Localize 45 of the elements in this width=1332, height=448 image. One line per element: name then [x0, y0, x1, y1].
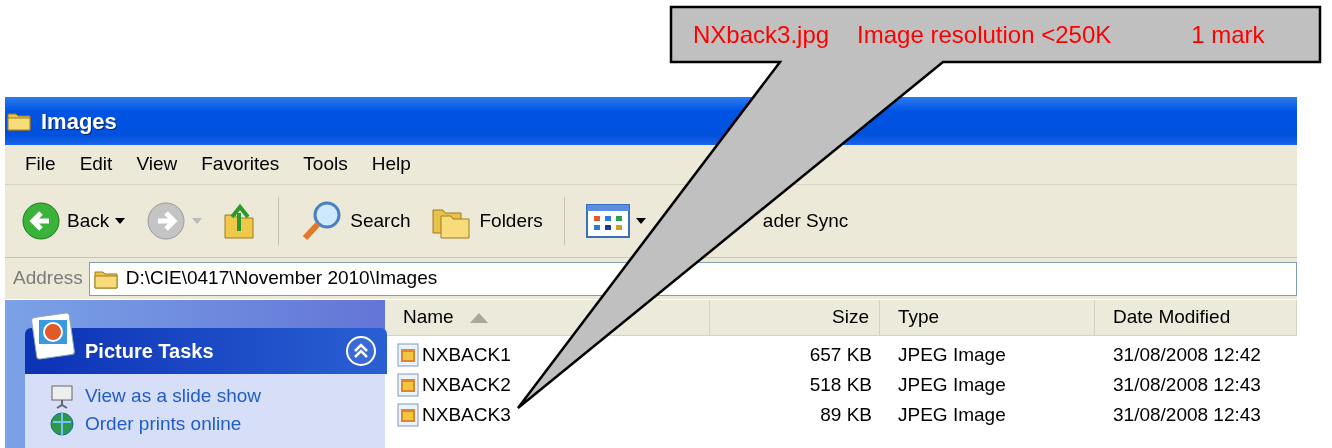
file-date: 31/08/2008 12:43	[1112, 372, 1262, 397]
panel-title: Picture Tasks	[85, 339, 214, 364]
menu-item[interactable]: File	[13, 150, 68, 179]
column-header[interactable]: Date Modified	[1095, 300, 1297, 335]
image-file-icon	[397, 373, 419, 397]
dropdown-caret-icon	[635, 218, 646, 224]
task-link[interactable]: View as a slide show	[49, 382, 262, 410]
file-size: 518 KB	[808, 372, 873, 397]
menu-item[interactable]: Favorites	[189, 150, 292, 179]
file-date: 31/08/2008 12:42	[1112, 342, 1262, 367]
file-size: 657 KB	[808, 342, 873, 367]
column-header[interactable]: Type	[880, 300, 1095, 335]
callout-text: NXback3.jpg	[693, 19, 830, 50]
dropdown-caret-icon	[115, 218, 126, 224]
image-file-icon	[397, 343, 419, 367]
views-grid-icon	[585, 204, 630, 238]
back-button[interactable]: Back	[17, 197, 130, 245]
callout-text: Image resolution <250K	[857, 19, 1112, 50]
file-size: 89 KB	[819, 402, 873, 427]
search-button[interactable]: Search	[296, 195, 415, 247]
globe-icon	[49, 410, 75, 438]
file-name[interactable]: NXBACK2	[385, 370, 710, 400]
task-link[interactable]: Order prints online	[49, 410, 242, 438]
menu-item[interactable]: View	[124, 150, 190, 179]
file-name[interactable]: NXBACK1	[385, 340, 710, 370]
file-type: JPEG Image	[897, 402, 1007, 427]
window-title: Images	[41, 107, 117, 136]
collapse-chevron-icon[interactable]	[345, 335, 377, 367]
file-date: 31/08/2008 12:43	[1112, 402, 1262, 427]
toolbar-label[interactable]: ader Sync	[758, 202, 853, 240]
file-type: JPEG Image	[897, 372, 1007, 397]
menu-item[interactable]: Tools	[291, 150, 360, 179]
callout-text: 1 mark	[1191, 19, 1265, 50]
image-file-icon	[397, 403, 419, 427]
address-field[interactable]: D:\CIE\0417\November 2010\Images	[88, 261, 1297, 296]
address-label: Address	[13, 266, 83, 291]
dropdown-caret-icon	[192, 218, 203, 224]
projector-screen-icon	[49, 382, 75, 410]
menu-item[interactable]: Help	[359, 150, 423, 179]
menu-item[interactable]: Edit	[67, 150, 125, 179]
file-name[interactable]: NXBACK3	[385, 400, 710, 430]
column-header[interactable]: Size	[710, 300, 880, 335]
folders-button[interactable]: Folders	[427, 198, 547, 244]
address-path: D:\CIE\0417\November 2010\Images	[125, 266, 438, 291]
file-type: JPEG Image	[897, 342, 1007, 367]
